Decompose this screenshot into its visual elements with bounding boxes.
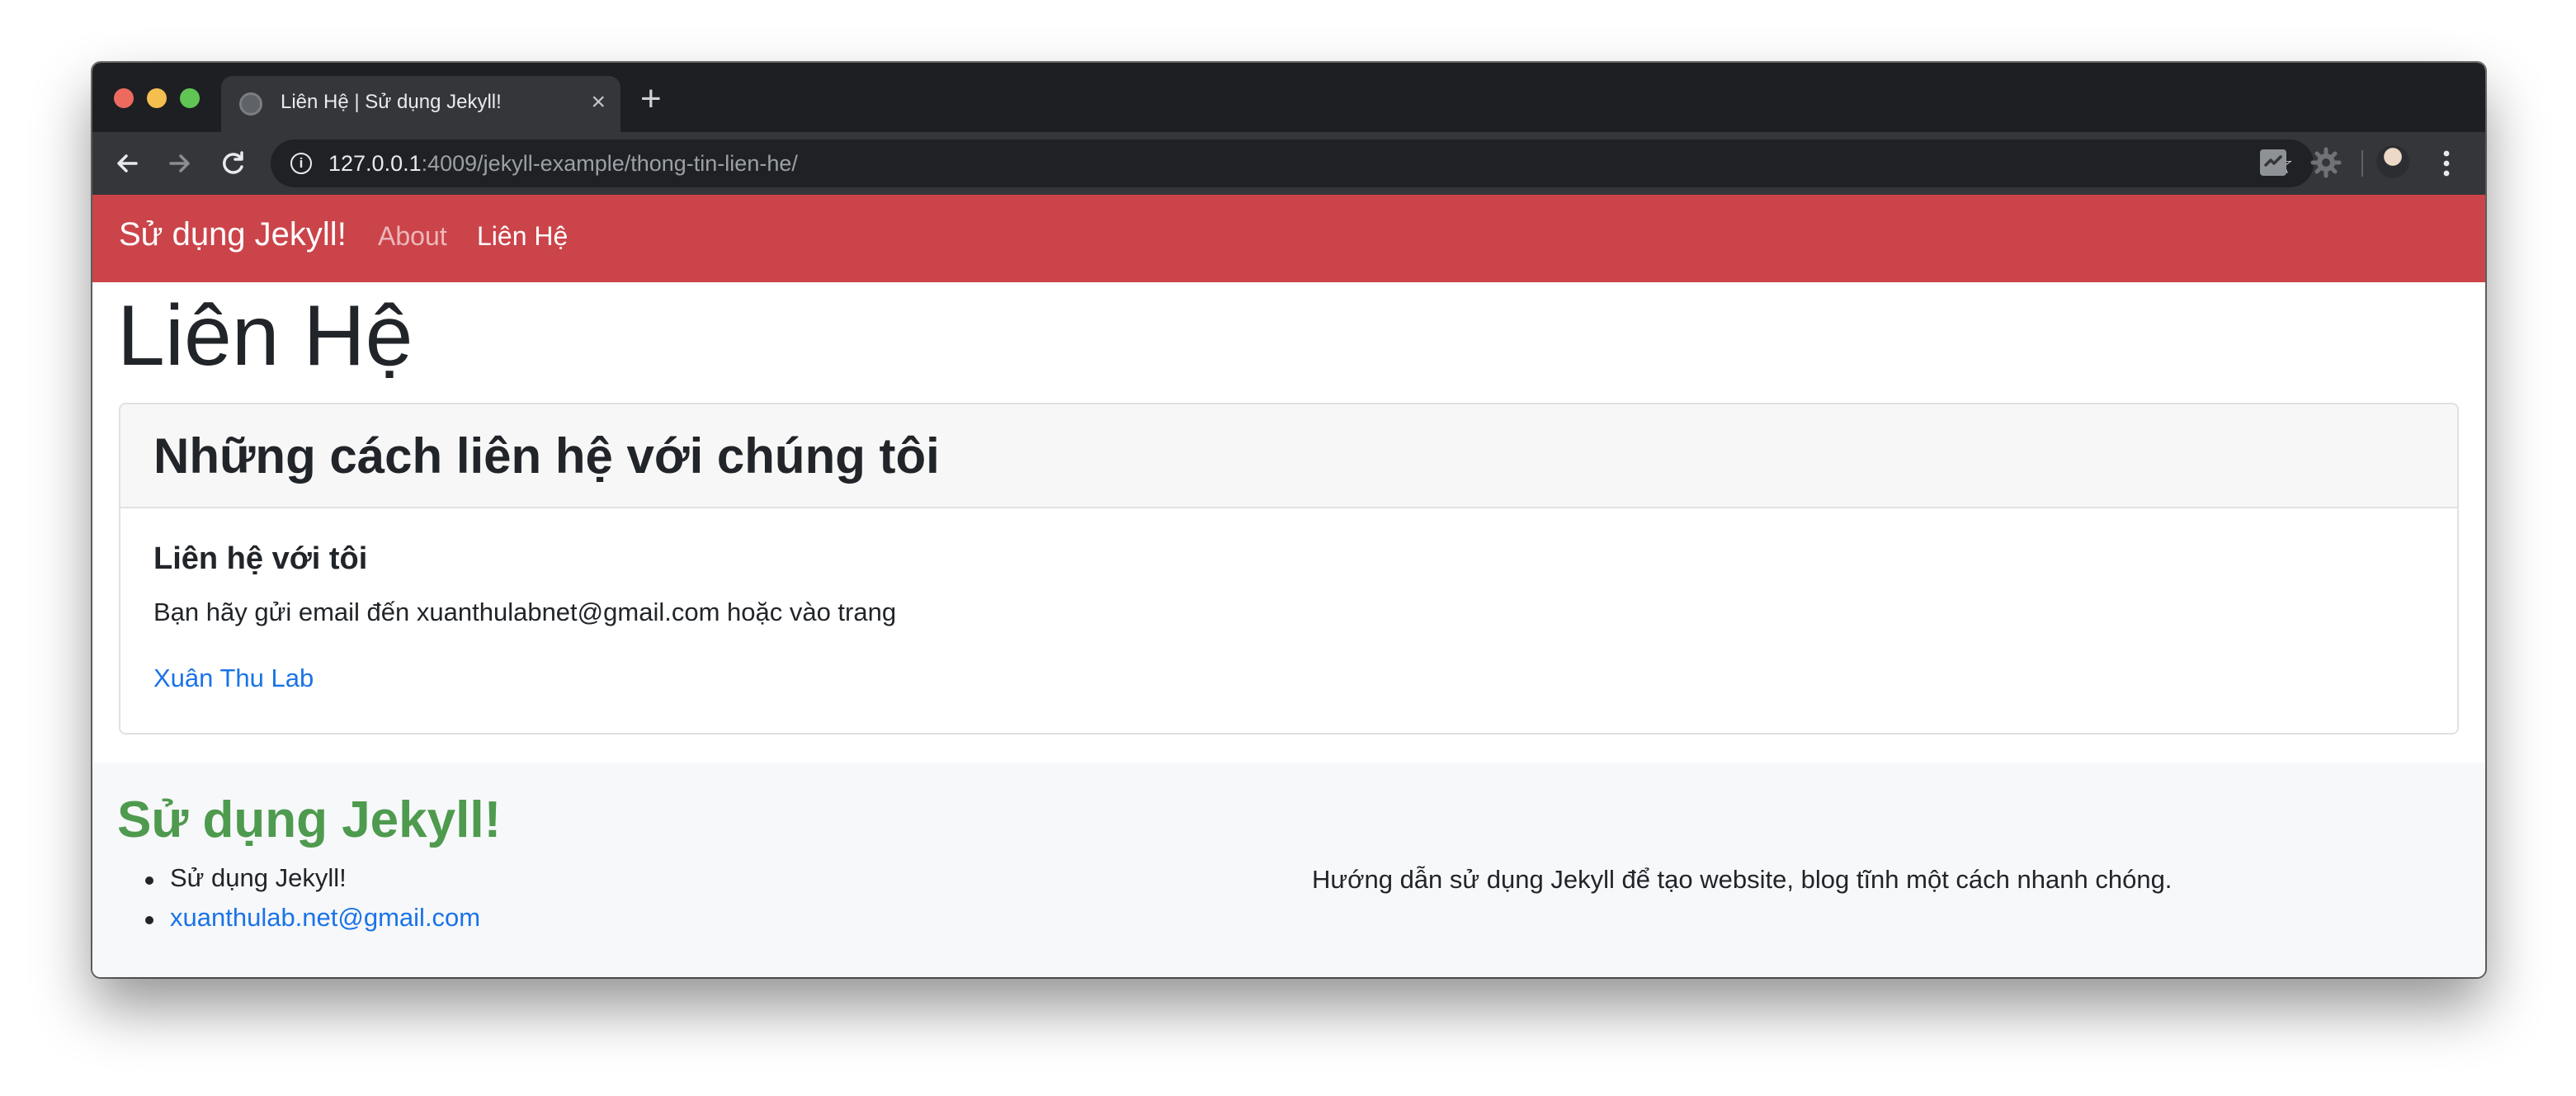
- footer-item-email: xuanthulab.net@gmail.com: [144, 903, 480, 942]
- globe-icon: [239, 92, 262, 116]
- close-window-button[interactable]: [114, 88, 134, 108]
- profile-avatar-icon[interactable]: [2376, 145, 2409, 178]
- address-bar[interactable]: i 127.0.0.1:4009/jekyll-example/thong-ti…: [271, 139, 2314, 187]
- forward-arrow-icon[interactable]: [163, 147, 196, 180]
- nav-link-lien-he[interactable]: Liên Hệ: [477, 221, 568, 252]
- card-subtitle: Liên hệ với tôi: [153, 541, 368, 576]
- footer-description: Hướng dẫn sử dụng Jekyll để tạo website,…: [1312, 865, 2173, 894]
- url-text[interactable]: 127.0.0.1:4009/jekyll-example/thong-tin-…: [328, 151, 798, 177]
- url-host: 127.0.0.1: [328, 151, 422, 176]
- new-tab-button[interactable]: +: [640, 81, 662, 117]
- zoom-window-button[interactable]: [180, 88, 200, 108]
- footer-list: Sử dụng Jekyll! xuanthulab.net@gmail.com: [144, 863, 480, 942]
- browser-toolbar: i 127.0.0.1:4009/jekyll-example/thong-ti…: [92, 132, 2485, 195]
- menu-dots-icon[interactable]: [2441, 147, 2452, 180]
- close-tab-button[interactable]: ×: [591, 87, 606, 117]
- footer-email-link[interactable]: xuanthulab.net@gmail.com: [170, 903, 480, 932]
- tab-strip: Liên Hệ | Sử dụng Jekyll! × +: [92, 63, 2485, 132]
- navbar-brand[interactable]: Sử dụng Jekyll!: [119, 216, 347, 253]
- extension-icon[interactable]: [2258, 147, 2289, 178]
- site-footer: Sử dụng Jekyll! Sử dụng Jekyll! xuanthul…: [92, 763, 2485, 977]
- back-arrow-icon[interactable]: [111, 147, 144, 180]
- contact-card: Những cách liên hệ với chúng tôi Liên hệ…: [119, 403, 2459, 735]
- browser-window: Liên Hệ | Sử dụng Jekyll! × + i 127.0.0.…: [92, 63, 2485, 977]
- footer-title: Sử dụng Jekyll!: [117, 791, 502, 848]
- tab-title: Liên Hệ | Sử dụng Jekyll!: [281, 91, 502, 113]
- card-header: Những cách liên hệ với chúng tôi: [120, 404, 2457, 508]
- minimize-window-button[interactable]: [147, 88, 167, 108]
- site-navbar: Sử dụng Jekyll! About Liên Hệ: [92, 195, 2485, 282]
- xuan-thu-lab-link[interactable]: Xuân Thu Lab: [153, 664, 314, 693]
- tab-lien-he[interactable]: Liên Hệ | Sử dụng Jekyll! ×: [221, 76, 620, 132]
- nav-link-about[interactable]: About: [378, 221, 447, 252]
- page-title: Liên Hệ: [117, 288, 413, 384]
- page-content: Sử dụng Jekyll! About Liên Hệ Liên Hệ Nh…: [92, 195, 2485, 977]
- card-title: Những cách liên hệ với chúng tôi: [153, 428, 940, 484]
- toolbar-divider: [2361, 150, 2363, 177]
- footer-item-site-name: Sử dụng Jekyll!: [144, 863, 480, 903]
- gear-icon[interactable]: [2310, 147, 2342, 178]
- card-text: Bạn hãy gửi email đến xuanthulabnet@gmai…: [153, 598, 897, 626]
- url-path: :4009/jekyll-example/thong-tin-lien-he/: [421, 151, 798, 176]
- reload-icon[interactable]: [216, 147, 249, 180]
- info-icon[interactable]: i: [290, 153, 312, 174]
